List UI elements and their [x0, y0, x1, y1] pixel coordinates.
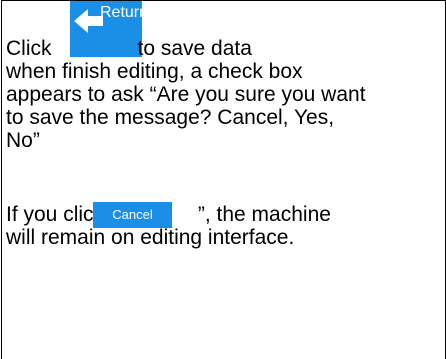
instruction-line-1: Click to save data	[6, 37, 252, 60]
if-suffix: ”, the machine	[197, 203, 331, 226]
instruction-line-2: when finish editing, a check box	[6, 60, 303, 83]
instruction-line-7: will remain on editing interface.	[6, 226, 295, 249]
instruction-line-5: No”	[6, 129, 40, 152]
instruction-line-3: appears to ask “Are you sure you want	[6, 83, 366, 106]
return-button-label: Return	[100, 4, 149, 21]
document-frame: Return Click to save data when finish edi…	[1, 0, 446, 359]
click-prefix: Click	[6, 37, 52, 60]
cancel-button[interactable]: Cancel	[93, 202, 172, 228]
instruction-line-4: to save the message? Cancel, Yes,	[6, 106, 335, 129]
save-suffix: to save data	[137, 37, 252, 60]
